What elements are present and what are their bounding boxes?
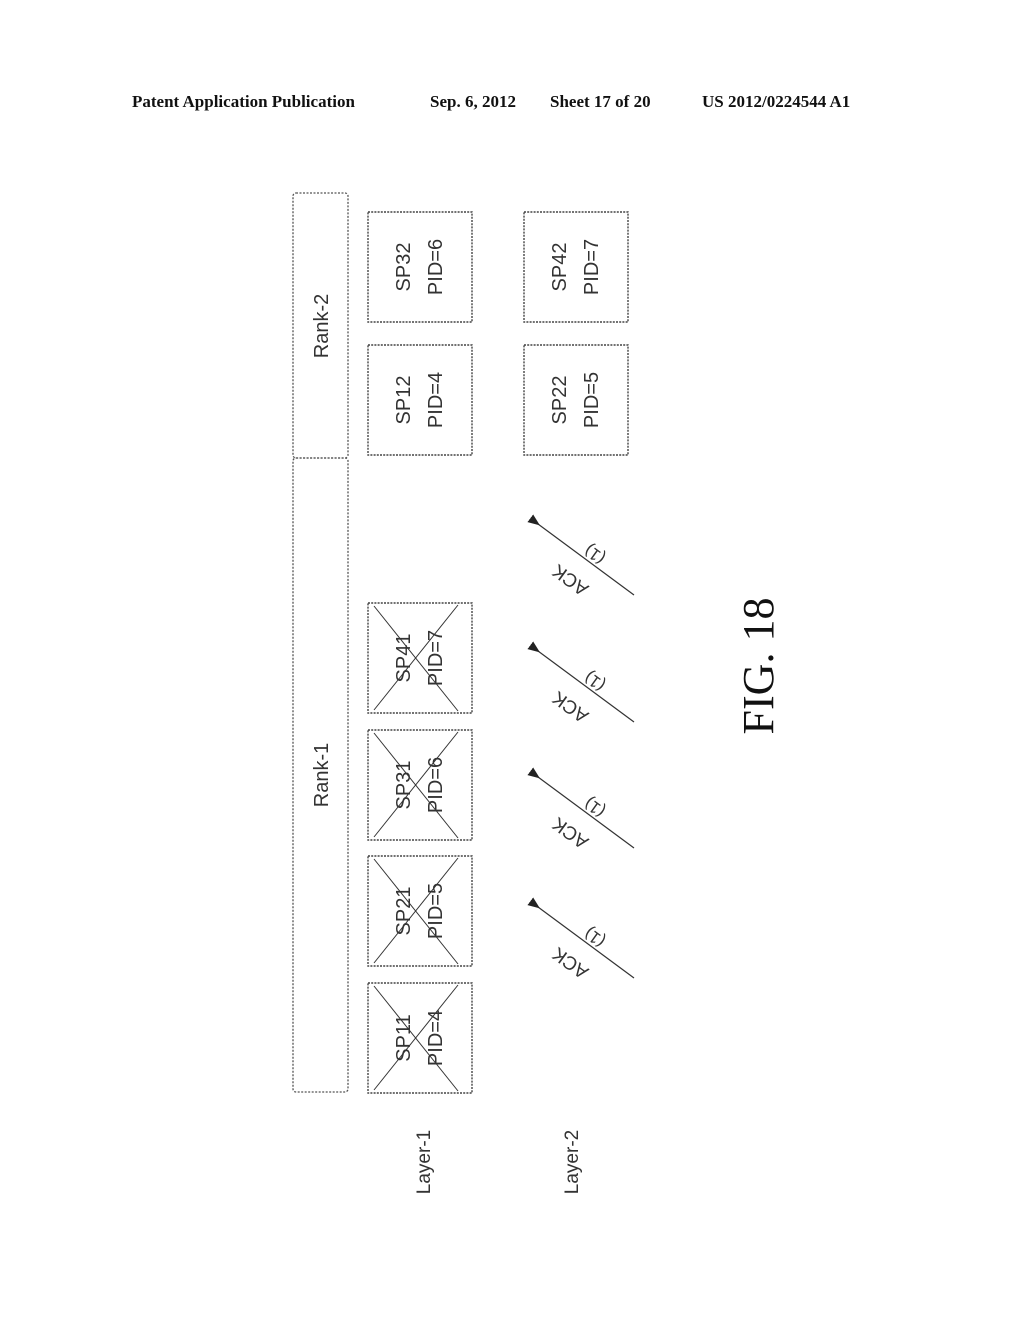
subpacket-name: SP11 xyxy=(393,1014,415,1061)
figure-label: FIG. 18 xyxy=(734,598,783,735)
ack-arrows: ACK(1)ACK(1)ACK(1)ACK(1) xyxy=(527,514,635,982)
box-border xyxy=(367,855,473,967)
ack-arrow-3: ACK(1) xyxy=(527,767,635,852)
process-id: PID=4 xyxy=(425,1010,447,1066)
subpacket-box-sp22: SP22 PID=5 xyxy=(523,344,629,456)
ack-arrow-4: ACK(1) xyxy=(527,897,635,982)
ack-index: (1) xyxy=(581,794,609,822)
box-border xyxy=(367,211,473,323)
subpacket-name: SP21 xyxy=(393,887,415,936)
ack-index: (1) xyxy=(581,668,609,696)
rank-2-bar: Rank-2 xyxy=(292,192,349,459)
subpacket-box-sp11: SP11 PID=4 xyxy=(367,982,473,1094)
figure-diagram: Rank-2 Rank-1 SP32 PID=6 SP12 PID=4 SP41 PID=… xyxy=(292,192,783,1194)
ack-label: ACK xyxy=(549,686,593,726)
process-id: PID=5 xyxy=(425,883,447,939)
box-border xyxy=(367,344,473,456)
ack-arrow-2: ACK(1) xyxy=(527,641,635,726)
process-id: PID=4 xyxy=(425,372,447,428)
subpacket-box-sp12: SP12 PID=4 xyxy=(367,344,473,456)
layer-2-row: SP42 PID=7 SP22 PID=5 xyxy=(523,211,629,456)
ack-label: ACK xyxy=(549,942,593,982)
ack-index: (1) xyxy=(581,924,609,952)
rank-1-bar: Rank-1 xyxy=(292,457,349,1093)
layer-2-label: Layer-2 xyxy=(562,1130,583,1194)
rank-2-label: Rank-2 xyxy=(311,294,333,358)
layer-1-label: Layer-1 xyxy=(414,1130,435,1194)
subpacket-name: SP31 xyxy=(393,761,415,810)
subpacket-name: SP41 xyxy=(393,634,415,683)
ack-arrow-1: ACK(1) xyxy=(527,514,635,599)
process-id: PID=7 xyxy=(581,239,603,295)
subpacket-box-sp41: SP41 PID=7 xyxy=(367,602,473,714)
box-border xyxy=(367,729,473,841)
process-id: PID=5 xyxy=(581,372,603,428)
box-border xyxy=(523,211,629,323)
box-border xyxy=(523,344,629,456)
rank-1-label: Rank-1 xyxy=(311,743,333,807)
ack-label: ACK xyxy=(549,559,593,599)
box-border xyxy=(367,982,473,1094)
subpacket-name: SP42 xyxy=(549,243,571,292)
ack-index: (1) xyxy=(581,541,609,569)
subpacket-name: SP22 xyxy=(549,376,571,425)
subpacket-box-sp42: SP42 PID=7 xyxy=(523,211,629,323)
layer-1-row: SP32 PID=6 SP12 PID=4 SP41 PID=7 SP31 PID=6 SP21… xyxy=(367,211,473,1094)
process-id: PID=7 xyxy=(425,630,447,686)
subpacket-box-sp31: SP31 PID=6 xyxy=(367,729,473,841)
subpacket-name: SP32 xyxy=(393,243,415,292)
subpacket-box-sp21: SP21 PID=5 xyxy=(367,855,473,967)
process-id: PID=6 xyxy=(425,239,447,295)
subpacket-name: SP12 xyxy=(393,376,415,425)
process-id: PID=6 xyxy=(425,757,447,813)
ack-label: ACK xyxy=(549,812,593,852)
box-border xyxy=(367,602,473,714)
subpacket-box-sp32: SP32 PID=6 xyxy=(367,211,473,323)
